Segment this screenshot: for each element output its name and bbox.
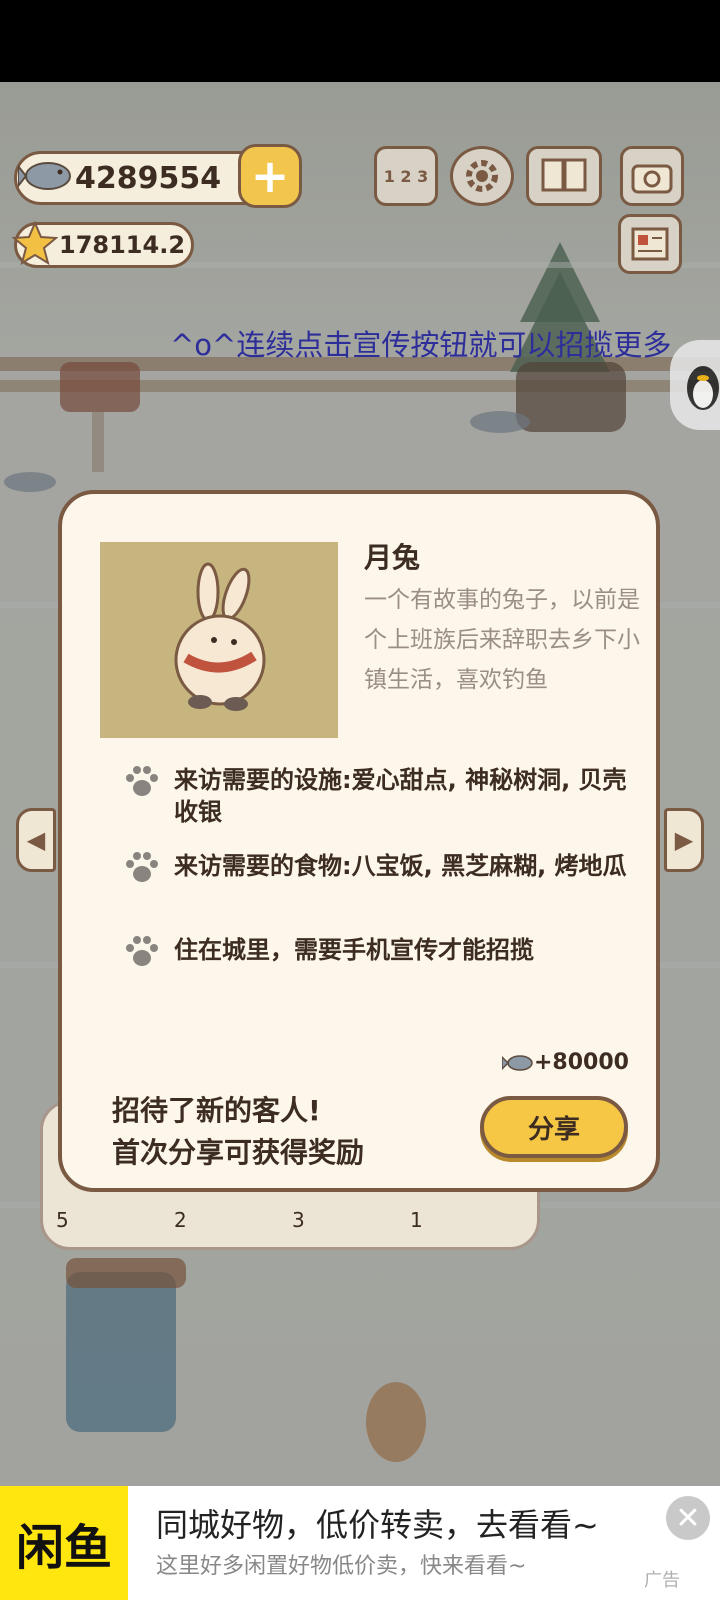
ranking-button[interactable]: 1 2 3 xyxy=(374,146,438,206)
requirement-food: 来访需要的食物:八宝饭, 黑芝麻糊, 烤地瓜 xyxy=(174,852,627,880)
share-message-line: 招待了新的客人! xyxy=(112,1094,321,1127)
character-description: 一个有故事的兔子，以前是个上班族后来辞职去乡下小镇生活，喜欢钓鱼 xyxy=(364,587,640,693)
chevron-right-icon: ▶ xyxy=(674,826,694,854)
ad-title: 同城好物，低价转卖，去看看~ xyxy=(156,1506,599,1544)
ad-banner[interactable]: 闲鱼 同城好物，低价转卖，去看看~ 这里好多闲置好物低价卖，快来看看~ xyxy=(0,1486,720,1600)
paw-icon xyxy=(126,852,158,882)
fish-icon xyxy=(18,162,71,190)
camera-button[interactable] xyxy=(620,146,684,206)
fish-icon xyxy=(502,1054,533,1071)
share-button[interactable]: 分享 xyxy=(480,1096,628,1158)
newspaper-button[interactable] xyxy=(618,214,682,274)
guide-book-button[interactable] xyxy=(526,146,602,206)
share-reward: +80000 xyxy=(502,1050,629,1075)
tray-slot[interactable]: 3 xyxy=(292,1208,305,1232)
star-icon xyxy=(12,220,58,266)
qq-float-button[interactable] xyxy=(670,340,720,430)
add-fish-button[interactable]: + xyxy=(238,144,302,208)
plus-icon: + xyxy=(250,149,290,203)
new-guest-dialog: 月兔 一个有故事的兔子，以前是个上班族后来辞职去乡下小镇生活，喜欢钓鱼 来访需要… xyxy=(58,490,660,1192)
status-bar xyxy=(0,0,720,82)
requirement-facilities: 来访需要的设施:爱心甜点, 神秘树洞, 贝壳收银 xyxy=(174,766,627,826)
share-message-line: 首次分享可获得奖励 xyxy=(112,1136,365,1169)
share-message: 招待了新的客人! 首次分享可获得奖励 xyxy=(112,1090,364,1174)
ad-tag: 广告 xyxy=(644,1570,680,1591)
rabbit-illustration xyxy=(174,562,266,711)
ranking-icon: 1 2 3 xyxy=(383,166,429,186)
ad-logo: 闲鱼 xyxy=(0,1486,128,1600)
character-portrait xyxy=(100,542,338,738)
prev-character-button[interactable]: ◀ xyxy=(16,808,56,872)
settings-button[interactable] xyxy=(450,146,514,206)
ad-close-button[interactable]: ✕ xyxy=(666,1496,710,1540)
next-character-button[interactable]: ▶ xyxy=(664,808,704,872)
paw-icon xyxy=(126,766,158,796)
tray-slot[interactable]: 5 xyxy=(56,1208,69,1232)
tray-slot[interactable]: 1 xyxy=(410,1208,423,1232)
requirement-location: 住在城里，需要手机宣传才能招揽 xyxy=(174,936,534,964)
paw-icon xyxy=(126,936,158,966)
chevron-left-icon: ◀ xyxy=(26,826,46,854)
penguin-icon xyxy=(687,366,719,410)
newspaper-icon xyxy=(631,227,669,261)
book-icon xyxy=(541,158,587,192)
tray-slot[interactable]: 2 xyxy=(174,1208,187,1232)
requirement-item: 来访需要的设施:爱心甜点, 神秘树洞, 贝壳收银 xyxy=(122,764,632,828)
star-count: 178114.2 xyxy=(59,231,186,259)
gear-icon xyxy=(466,160,498,192)
reward-amount: +80000 xyxy=(534,1050,629,1075)
ad-subtitle: 这里好多闲置好物低价卖，快来看看~ xyxy=(156,1554,527,1579)
requirement-item: 来访需要的食物:八宝饭, 黑芝麻糊, 烤地瓜 xyxy=(122,850,632,888)
camera-icon xyxy=(631,164,673,194)
character-name: 月兔 xyxy=(364,541,421,574)
requirement-item: 住在城里，需要手机宣传才能招揽 xyxy=(122,934,632,972)
fish-count: 4289554 xyxy=(75,160,222,196)
promotion-ticker: ^o^连续点击宣传按钮就可以招揽更多 xyxy=(170,328,672,362)
